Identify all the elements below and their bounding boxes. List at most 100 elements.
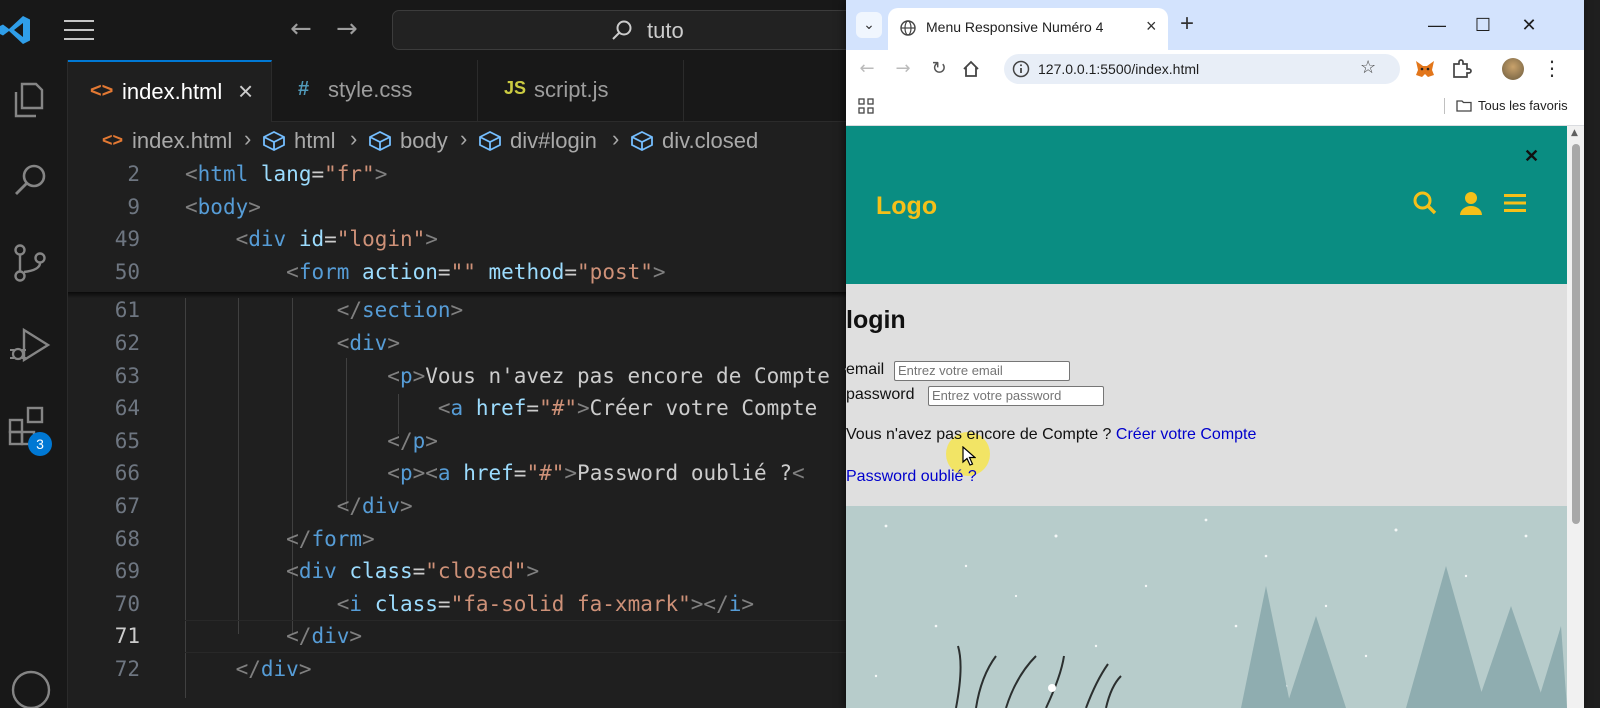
hamburger-menu-icon[interactable] (1502, 190, 1528, 216)
close-icon[interactable]: × (1146, 16, 1157, 37)
reload-icon[interactable]: ↻ (926, 56, 952, 82)
extensions-puzzle-icon[interactable] (1450, 58, 1472, 80)
sticky-code-line[interactable]: 50 <form action="" method="post"> (68, 256, 860, 289)
tab-index-html[interactable]: <> index.html × (68, 60, 272, 122)
tab-label: script.js (534, 77, 609, 102)
element-icon (631, 130, 653, 152)
source-control-icon[interactable] (6, 238, 56, 288)
more-menu-icon[interactable]: ⋮ (1542, 56, 1562, 80)
code-text: </form> (185, 523, 375, 556)
code-line[interactable]: 70 <i class="fa-solid fa-xmark"></i> (68, 588, 860, 621)
search-icon[interactable] (1412, 190, 1438, 216)
tab-script-js[interactable]: JS script.js (478, 60, 684, 122)
close-icon[interactable]: × (238, 76, 253, 107)
tab-style-css[interactable]: # style.css (272, 60, 478, 122)
breadcrumb-item[interactable]: html (294, 128, 336, 154)
password-field[interactable]: Entrez votre password (928, 386, 1104, 406)
code-line[interactable]: 72 </div> (68, 653, 860, 686)
code-line[interactable]: 63 <p>Vous n'avez pas encore de Compte ? (68, 360, 860, 393)
maximize-button[interactable]: ☐ (1460, 8, 1506, 42)
scroll-up-icon[interactable]: ▲ (1571, 128, 1578, 138)
code-token: = (437, 592, 451, 616)
page-scrollbar[interactable]: ▲ (1567, 126, 1584, 708)
sticky-code-line[interactable]: 49 <div id="login"> (68, 223, 860, 256)
command-center[interactable]: tuto (392, 10, 872, 50)
site-logo[interactable]: Logo (876, 192, 937, 221)
code-line[interactable]: 67 </div> (68, 490, 860, 523)
breadcrumb-item[interactable]: index.html (132, 128, 232, 154)
new-tab-button[interactable]: + (1180, 10, 1194, 38)
home-icon[interactable] (962, 60, 980, 78)
metamask-fox-icon[interactable] (1414, 58, 1436, 80)
bookmark-star-icon[interactable]: ☆ (1360, 57, 1376, 78)
back-arrow-icon[interactable]: ← (854, 56, 880, 82)
code-line[interactable]: 66 <p><a href="#">Password oublié ?< (68, 457, 860, 490)
forward-arrow-icon[interactable]: → (336, 14, 358, 44)
no-account-text: Vous n'avez pas encore de Compte ? (846, 426, 1112, 443)
menu-icon[interactable] (64, 20, 94, 42)
code-token: = (412, 559, 426, 583)
explorer-icon[interactable] (6, 74, 56, 124)
profile-avatar[interactable] (1502, 58, 1524, 80)
code-token: = (311, 162, 325, 186)
search-icon[interactable] (6, 156, 56, 206)
code-line[interactable]: 65 </p> (68, 425, 860, 458)
run-debug-icon[interactable] (6, 320, 56, 370)
breadcrumb-item[interactable]: div.closed (662, 128, 758, 154)
tab-label: index.html (122, 79, 223, 104)
code-token: < (437, 396, 451, 420)
bookmarks-separator (1444, 98, 1445, 114)
browser-tab-title: Menu Responsive Numéro 4 (926, 19, 1104, 35)
create-account-link[interactable]: Créer votre Compte (1116, 426, 1257, 443)
email-label: email (846, 361, 885, 378)
code-line[interactable]: 64 <a href="#">Créer votre Compte (68, 392, 860, 425)
minimize-button[interactable]: — (1414, 8, 1460, 42)
code-token: > (374, 162, 388, 186)
code-line[interactable]: 71 </div> (68, 620, 860, 653)
chevron-right-icon: › (350, 126, 358, 151)
breadcrumb-item[interactable]: div#login (510, 128, 597, 154)
browser-tab[interactable]: Menu Responsive Numéro 4 × (888, 8, 1168, 50)
back-arrow-icon[interactable]: ← (290, 14, 312, 44)
code-token: "#" (526, 461, 565, 485)
apps-grid-icon[interactable] (858, 98, 874, 114)
info-icon[interactable] (1012, 60, 1030, 78)
sticky-code-line[interactable]: 9 <body> (68, 191, 860, 224)
code-line[interactable]: 61 </section> (68, 294, 860, 327)
code-line[interactable]: 62 <div> (68, 327, 860, 360)
css-file-icon: # (298, 78, 310, 100)
sticky-code-line[interactable]: 2 <html lang="fr"> (68, 158, 860, 191)
code-text: </p> (185, 425, 438, 458)
chevron-right-icon: › (244, 126, 252, 151)
account-icon[interactable] (6, 660, 56, 708)
code-token: = (324, 227, 337, 251)
forward-arrow-icon[interactable]: → (890, 56, 916, 82)
code-line[interactable]: 69 <div class="closed"> (68, 555, 860, 588)
all-bookmarks-folder[interactable]: Tous les favoris (1478, 98, 1568, 113)
code-token: action (362, 260, 438, 284)
code-token: > (564, 461, 578, 485)
code-editor[interactable]: 2 <html lang="fr"> 9 <body> 49 <div id="logi… (68, 158, 860, 708)
email-field[interactable]: Entrez votre email (894, 361, 1070, 381)
address-bar[interactable]: 127.0.0.1:5500/index.html ☆ (1004, 54, 1400, 84)
line-number: 62 (114, 331, 140, 355)
tab-search-icon[interactable]: ⌄ (856, 12, 882, 38)
code-token: "closed" (425, 559, 527, 583)
close-icon[interactable]: ✕ (1524, 146, 1539, 167)
user-icon[interactable] (1458, 190, 1484, 216)
code-token: div (248, 227, 287, 251)
browser-window: ⌄ Menu Responsive Numéro 4 × + — ☐ ✕ ← →… (846, 0, 1584, 708)
breadcrumb-item[interactable]: body (400, 128, 448, 154)
forgot-password-link[interactable]: Password oublié ? (846, 468, 977, 486)
close-window-button[interactable]: ✕ (1506, 8, 1552, 42)
browser-tab-strip: ⌄ Menu Responsive Numéro 4 × + — ☐ ✕ (846, 0, 1584, 50)
scrollbar-thumb[interactable] (1572, 144, 1580, 524)
code-line[interactable]: 68 </form> (68, 523, 860, 556)
